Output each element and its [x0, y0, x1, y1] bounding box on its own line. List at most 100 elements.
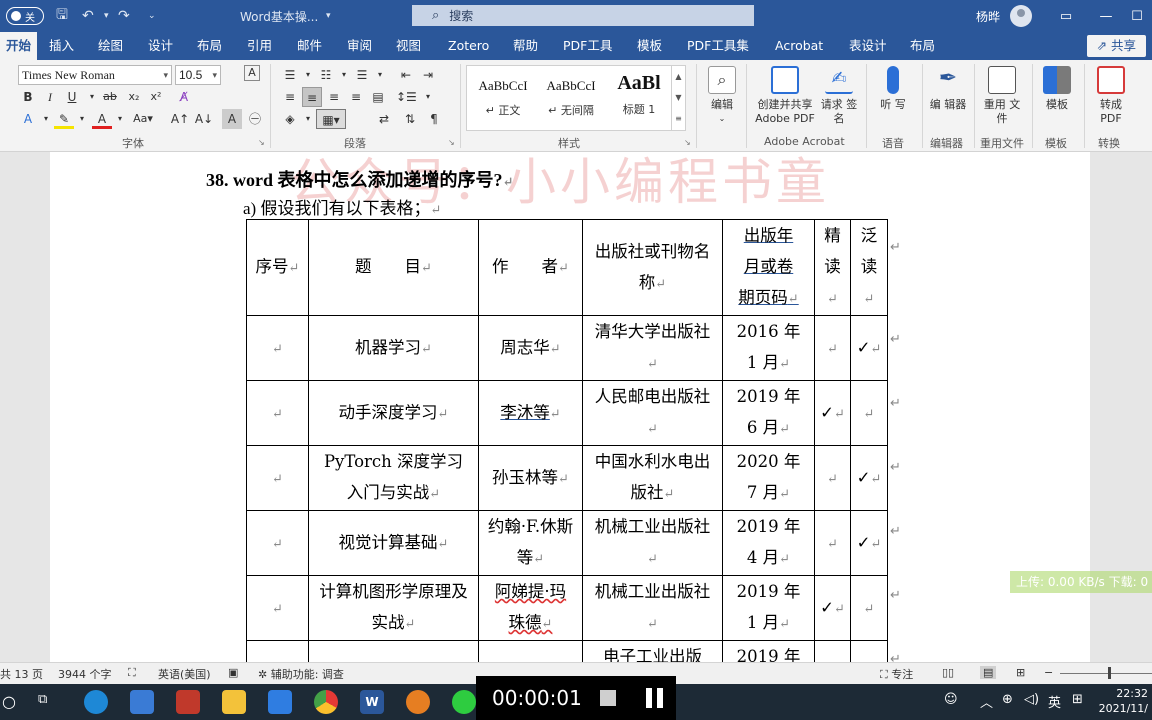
change-case-button[interactable]: Aa▾: [130, 109, 156, 129]
web-layout-icon[interactable]: ⊞: [1016, 666, 1025, 679]
zoom-slider[interactable]: [1060, 673, 1152, 674]
italic-button[interactable]: I: [40, 87, 60, 107]
table-cell[interactable]: ↵: [850, 380, 888, 446]
bibliography-table[interactable]: 序号↵ 题 目↵ 作 者↵ 出版社或刊物名称↵ 出版年月或卷期页码↵ 精读↵ 泛…: [246, 219, 888, 662]
chevron-down-icon[interactable]: ▾: [298, 109, 318, 129]
table-cell[interactable]: 2019 年 1 月↵: [722, 575, 815, 641]
tab-home[interactable]: 开始: [0, 32, 38, 60]
table-cell[interactable]: ↵: [850, 575, 888, 641]
table-cell[interactable]: ✓↵: [850, 445, 888, 511]
network-icon[interactable]: ⊕: [1002, 692, 1013, 707]
highlight-icon[interactable]: ✎: [54, 109, 74, 129]
styles-dialog-launcher-icon[interactable]: ↘: [684, 138, 691, 147]
chinese-layout-icon[interactable]: ⇄: [374, 109, 394, 129]
table-cell[interactable]: 视觉计算基础↵: [308, 510, 479, 576]
more-icon[interactable]: ≡: [672, 108, 685, 129]
tab-review[interactable]: 审阅: [347, 32, 372, 60]
tab-layout[interactable]: 布局: [197, 32, 222, 60]
title-dropdown-icon[interactable]: ▾: [326, 0, 331, 32]
undo-dropdown-icon[interactable]: ▾: [104, 0, 109, 32]
chevron-up-icon[interactable]: ▲: [672, 66, 685, 87]
bold-button[interactable]: B: [18, 87, 38, 107]
table-cell[interactable]: ↵: [246, 380, 309, 446]
tab-pdf-toolset[interactable]: PDF工具集: [687, 32, 749, 60]
chrome-icon[interactable]: [314, 690, 338, 714]
edit-button[interactable]: ⌕ 编辑 ⌄: [704, 66, 740, 126]
tab-design[interactable]: 设计: [148, 32, 173, 60]
table-cell[interactable]: 计算机图形学原理及实战↵: [308, 575, 479, 641]
wechat-icon[interactable]: [452, 690, 476, 714]
tab-table-layout[interactable]: 布局: [910, 32, 935, 60]
style-normal[interactable]: AaBbCcI ↵ 正文: [469, 66, 537, 130]
tab-references[interactable]: 引用: [247, 32, 272, 60]
text-effects-icon[interactable]: A̸: [174, 87, 194, 107]
search-icon[interactable]: ○: [2, 692, 16, 711]
tab-table-design[interactable]: 表设计: [849, 32, 887, 60]
tab-draw[interactable]: 绘图: [98, 32, 123, 60]
subscript-button[interactable]: x₂: [124, 87, 144, 107]
autosave-toggle[interactable]: 关: [6, 7, 44, 25]
save-icon[interactable]: 🖫: [56, 0, 68, 32]
create-share-pdf-button[interactable]: 创建并共享 Adobe PDF: [752, 66, 818, 126]
align-right-icon[interactable]: ≡: [324, 87, 344, 107]
table-cell[interactable]: 清华大学出版社↵: [582, 315, 723, 381]
tab-acrobat[interactable]: Acrobat: [775, 32, 823, 60]
grow-font-button[interactable]: A↑: [170, 109, 190, 129]
font-size-select[interactable]: 10.5 ▾: [175, 65, 221, 85]
tab-zotero[interactable]: Zotero: [448, 32, 489, 60]
print-layout-icon[interactable]: ▤: [980, 666, 997, 679]
template-button[interactable]: 模板: [1038, 66, 1076, 112]
table-cell[interactable]: 机器学习↵: [308, 315, 479, 381]
table-cell[interactable]: [246, 640, 309, 662]
table-cell[interactable]: 周志华↵: [478, 315, 583, 381]
borders-icon[interactable]: ▦▾: [316, 109, 346, 129]
tab-help[interactable]: 帮助: [513, 32, 538, 60]
table-cell[interactable]: ↵: [246, 510, 309, 576]
table-cell[interactable]: 机械工业出版社↵: [582, 510, 723, 576]
numbering-icon[interactable]: ☷: [316, 65, 336, 85]
shrink-font-button[interactable]: A↓: [194, 109, 214, 129]
app-icon[interactable]: [130, 690, 154, 714]
read-mode-icon[interactable]: ▯▯: [942, 666, 954, 679]
table-cell[interactable]: 动手深度学习↵: [308, 380, 479, 446]
chevron-down-icon[interactable]: ▾: [370, 65, 390, 85]
chevron-up-icon[interactable]: ︿: [980, 692, 993, 711]
pause-icon[interactable]: [646, 688, 652, 708]
header-cell[interactable]: 出版社或刊物名称↵: [582, 219, 723, 316]
table-cell[interactable]: [814, 640, 851, 662]
app-icon[interactable]: [406, 690, 430, 714]
tab-insert[interactable]: 插入: [49, 32, 74, 60]
font-dialog-launcher-icon[interactable]: ↘: [258, 138, 265, 147]
table-cell[interactable]: ↵: [246, 575, 309, 641]
maximize-icon[interactable]: ☐: [1122, 0, 1152, 32]
enclose-char-icon[interactable]: ㊀: [245, 109, 265, 129]
ime-grid-icon[interactable]: ⊞: [1072, 692, 1083, 707]
distributed-icon[interactable]: ▤: [368, 87, 388, 107]
decrease-indent-icon[interactable]: ⇤: [396, 65, 416, 85]
header-cell[interactable]: 作 者↵: [478, 219, 583, 316]
header-cell[interactable]: 出版年月或卷期页码↵: [722, 219, 815, 316]
task-view-icon[interactable]: ⧉: [38, 692, 47, 707]
language-status[interactable]: 英语(美国): [158, 666, 211, 682]
tab-view[interactable]: 视图: [396, 32, 421, 60]
line-spacing-icon[interactable]: ↕☰: [396, 87, 417, 107]
char-shading-icon[interactable]: A: [222, 109, 242, 129]
chevron-down-icon[interactable]: ▼: [672, 87, 685, 108]
table-cell[interactable]: ✓↵: [850, 315, 888, 381]
table-cell[interactable]: ...: [478, 640, 583, 662]
align-left-icon[interactable]: ≡: [280, 87, 300, 107]
macro-icon[interactable]: ▣: [228, 666, 238, 679]
system-clock[interactable]: 22:32 2021/11/: [1099, 686, 1148, 716]
header-cell[interactable]: 题 目↵: [308, 219, 479, 316]
editor-button[interactable]: ✒ 编 辑器: [928, 66, 968, 112]
table-cell[interactable]: 人民邮电出版社↵: [582, 380, 723, 446]
table-cell[interactable]: 机械工业出版社↵: [582, 575, 723, 641]
tab-mailings[interactable]: 邮件: [297, 32, 322, 60]
chevron-down-icon[interactable]: ▾: [418, 87, 438, 107]
share-button[interactable]: ⇗ 共享: [1086, 35, 1146, 57]
clear-format-icon[interactable]: A: [244, 65, 260, 81]
input-method-indicator[interactable]: 英: [1048, 692, 1061, 711]
underline-button[interactable]: U: [62, 87, 82, 107]
header-cell[interactable]: 序号↵: [246, 219, 309, 316]
table-cell[interactable]: ✓↵: [814, 380, 851, 446]
